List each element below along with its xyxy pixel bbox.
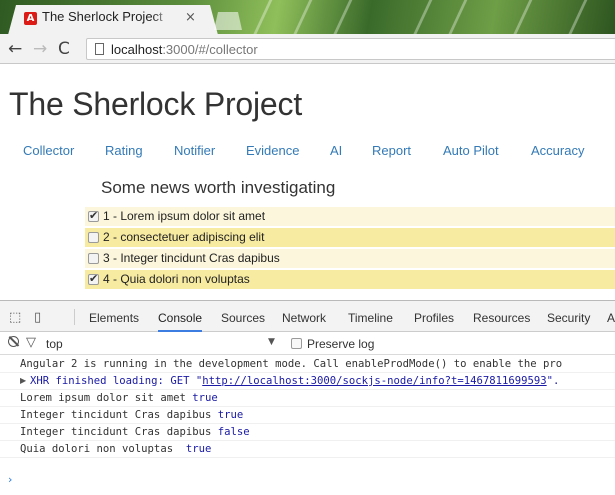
context-select[interactable]: top [46, 337, 63, 351]
clear-console-icon[interactable] [8, 336, 19, 347]
check-icon: ✔ [89, 209, 99, 222]
list-item[interactable]: ✔ 1 - Lorem ipsum dolor sit amet [85, 207, 615, 226]
app-nav: Collector Rating Notifier Evidence AI Re… [0, 143, 615, 161]
list-item[interactable]: 2 - consectetuer adipiscing elit [85, 228, 615, 247]
nav-link-auto-pilot[interactable]: Auto Pilot [443, 143, 499, 158]
preserve-log-checkbox[interactable] [291, 338, 302, 349]
tab-console[interactable]: Console [158, 311, 203, 332]
nav-link-rating[interactable]: Rating [105, 143, 143, 158]
new-tab-button[interactable] [214, 12, 242, 30]
console-line: Lorem ipsum dolor sit amet true [0, 390, 615, 407]
tab-security[interactable]: Security [547, 311, 590, 325]
list-item[interactable]: ✔ 4 - Quia dolori non voluptas [85, 270, 615, 289]
tab-title: The Sherlock Project [42, 9, 163, 24]
inspect-element-icon[interactable]: ⬚ [9, 310, 21, 325]
console-filter-bar: ▽ top ▼ Preserve log [0, 332, 615, 355]
angular-favicon-icon: A [24, 12, 37, 25]
section-heading: Some news worth investigating [101, 178, 336, 197]
nav-link-evidence[interactable]: Evidence [246, 143, 299, 158]
checkbox[interactable]: ✔ [88, 272, 99, 285]
item-label: 2 - consectetuer adipiscing elit [103, 230, 265, 244]
preserve-log-label: Preserve log [307, 337, 375, 351]
console-output: Angular 2 is running in the development … [0, 356, 615, 495]
console-prompt-icon[interactable]: › [8, 473, 12, 486]
browser-toolbar: ← → C localhost:3000/#/collector [0, 34, 615, 64]
tab-timeline[interactable]: Timeline [348, 311, 393, 325]
page-title: The Sherlock Project [9, 86, 303, 122]
devtools-panel: ⬚ ▯ Elements Console Sources Network Tim… [0, 300, 615, 495]
item-label: 1 - Lorem ipsum dolor sit amet [103, 209, 266, 223]
divider [74, 309, 75, 325]
console-line: Angular 2 is running in the development … [0, 356, 615, 373]
xhr-link[interactable]: http://localhost:3000/sockjs-node/info?t… [202, 375, 546, 387]
checkbox[interactable] [88, 232, 99, 243]
list-item[interactable]: 3 - Integer tincidunt Cras dapibus [85, 249, 615, 268]
expand-triangle-icon[interactable]: ▶ [20, 376, 26, 385]
tab-overflow[interactable]: A [607, 311, 615, 325]
device-mode-icon[interactable]: ▯ [34, 310, 41, 325]
console-line: Integer tincidunt Cras dapibus false [0, 424, 615, 441]
check-icon: ✔ [89, 272, 99, 285]
console-line: Quia dolori non voluptas true [0, 441, 615, 458]
checkbox[interactable] [88, 253, 99, 264]
tab-close-icon[interactable]: × [185, 10, 196, 25]
forward-arrow-icon[interactable]: → [33, 39, 47, 59]
tab-network[interactable]: Network [282, 311, 326, 325]
tab-sources[interactable]: Sources [221, 311, 265, 325]
item-label: 4 - Quia dolori non voluptas [103, 272, 250, 286]
nav-link-accuracy[interactable]: Accuracy [531, 143, 584, 158]
dropdown-arrow-icon[interactable]: ▼ [268, 337, 275, 347]
url-text: localhost:3000/#/collector [111, 42, 258, 57]
console-line: Integer tincidunt Cras dapibus true [0, 407, 615, 424]
item-label: 3 - Integer tincidunt Cras dapibus [103, 251, 280, 265]
page-icon [95, 43, 104, 55]
nav-link-report[interactable]: Report [372, 143, 411, 158]
nav-link-collector[interactable]: Collector [23, 143, 74, 158]
address-bar[interactable]: localhost:3000/#/collector [86, 38, 615, 60]
checkbox[interactable]: ✔ [88, 209, 99, 222]
tab-resources[interactable]: Resources [473, 311, 530, 325]
console-line[interactable]: ▶ XHR finished loading: GET "http://loca… [0, 373, 615, 390]
back-arrow-icon[interactable]: ← [8, 39, 22, 59]
browser-tab-strip: A The Sherlock Project × [0, 0, 615, 34]
nav-link-ai[interactable]: AI [330, 143, 342, 158]
filter-icon[interactable]: ▽ [26, 335, 36, 350]
devtools-tab-bar: ⬚ ▯ Elements Console Sources Network Tim… [0, 301, 615, 332]
reload-icon[interactable]: C [58, 39, 70, 59]
tab-elements[interactable]: Elements [89, 311, 139, 325]
nav-link-notifier[interactable]: Notifier [174, 143, 215, 158]
tab-profiles[interactable]: Profiles [414, 311, 454, 325]
